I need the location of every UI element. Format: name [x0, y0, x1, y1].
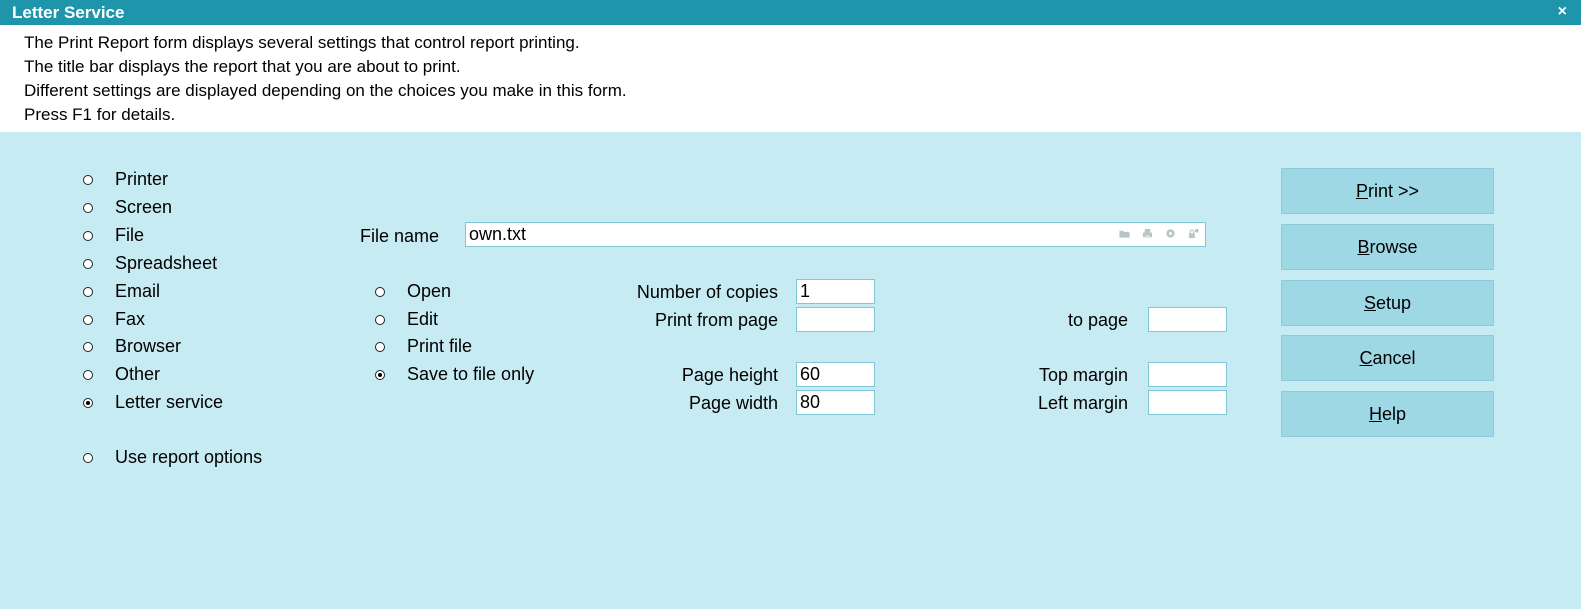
radio-spreadsheet[interactable]: Spreadsheet	[83, 253, 217, 274]
radio-label: Open	[407, 281, 452, 301]
from-page-label: Print from page	[654, 310, 778, 330]
radio-button[interactable]	[83, 369, 93, 380]
info-line: Press F1 for details.	[24, 105, 176, 124]
page-height-input[interactable]: 60	[796, 362, 875, 387]
browse-accel: B	[1357, 236, 1370, 257]
radio-button[interactable]	[375, 314, 385, 325]
top-margin-input[interactable]	[1148, 362, 1227, 387]
window-title: Letter Service	[12, 3, 125, 22]
radio-open[interactable]: Open	[375, 281, 451, 302]
radio-label: File	[115, 225, 145, 245]
radio-browser[interactable]: Browser	[83, 336, 181, 357]
radio-button[interactable]	[83, 397, 93, 408]
radio-save-to-file-only[interactable]: Save to file only	[375, 364, 534, 385]
radio-button[interactable]	[375, 369, 385, 380]
radio-button[interactable]	[83, 258, 93, 269]
radio-printer[interactable]: Printer	[83, 169, 168, 190]
printer-icon[interactable]	[1142, 228, 1153, 239]
folder-icon[interactable]	[1119, 228, 1130, 239]
title-bar: Letter Service ×	[0, 0, 1581, 25]
radio-button[interactable]	[83, 230, 93, 241]
file-name-value: own.txt	[469, 224, 527, 244]
radio-label: Fax	[115, 309, 146, 329]
print-button[interactable]: Print >>	[1281, 168, 1494, 214]
top-margin-label: Top margin	[1038, 365, 1128, 385]
page-height-label: Page height	[681, 365, 778, 385]
to-page-input[interactable]	[1148, 307, 1227, 332]
radio-label: Letter service	[115, 392, 224, 412]
radio-screen[interactable]: Screen	[83, 197, 172, 218]
radio-button[interactable]	[83, 314, 93, 325]
cancel-label: ancel	[1372, 347, 1416, 368]
radio-button[interactable]	[375, 286, 385, 297]
radio-label: Use report options	[115, 447, 263, 467]
radio-edit[interactable]: Edit	[375, 309, 438, 330]
radio-label: Printer	[115, 169, 169, 189]
print-label: rint >>	[1367, 180, 1420, 201]
radio-letter-service[interactable]: Letter service	[83, 392, 223, 413]
radio-button[interactable]	[83, 174, 93, 185]
file-name-input[interactable]: own.txt	[465, 222, 1206, 247]
browse-button[interactable]: Browse	[1281, 224, 1494, 270]
radio-use-report-options[interactable]: Use report options	[83, 447, 262, 468]
file-name-label: File name	[360, 226, 440, 246]
setup-button[interactable]: Setup	[1281, 280, 1494, 326]
help-button[interactable]: Help	[1281, 391, 1494, 437]
radio-button[interactable]	[83, 286, 93, 297]
radio-label: Screen	[115, 197, 173, 217]
radio-button[interactable]	[375, 341, 385, 352]
radio-label: Edit	[407, 309, 439, 329]
info-panel: The Print Report form displays several s…	[0, 25, 1581, 132]
radio-label: Save to file only	[407, 364, 535, 384]
left-margin-input[interactable]	[1148, 390, 1227, 415]
radio-button[interactable]	[83, 202, 93, 213]
info-line: Different settings are displayed dependi…	[24, 81, 627, 100]
file-field-icons	[1119, 228, 1199, 239]
print-accel: P	[1355, 180, 1368, 201]
radio-label: Spreadsheet	[115, 253, 218, 273]
cancel-accel: C	[1359, 347, 1373, 368]
radio-fax[interactable]: Fax	[83, 309, 145, 330]
radio-print-file[interactable]: Print file	[375, 336, 472, 357]
help-accel: H	[1368, 403, 1382, 424]
radio-other[interactable]: Other	[83, 364, 160, 385]
radio-file[interactable]: File	[83, 225, 144, 246]
radio-button[interactable]	[83, 452, 93, 463]
cancel-button[interactable]: Cancel	[1281, 335, 1494, 381]
browse-label: rowse	[1369, 236, 1418, 257]
radio-label: Browser	[115, 336, 182, 356]
from-page-input[interactable]	[796, 307, 875, 332]
close-icon[interactable]: ×	[1558, 3, 1567, 21]
copies-input[interactable]: 1	[796, 279, 875, 304]
radio-email[interactable]: Email	[83, 281, 160, 302]
help-label: elp	[1381, 403, 1407, 424]
lock-icon[interactable]	[1188, 228, 1199, 239]
gear-icon[interactable]	[1165, 228, 1176, 239]
setup-accel: S	[1363, 292, 1376, 313]
page-width-label: Page width	[688, 393, 778, 413]
page-width-input[interactable]: 80	[796, 390, 875, 415]
radio-label: Email	[115, 281, 161, 301]
copies-label: Number of copies	[636, 282, 778, 302]
to-page-label: to page	[1067, 310, 1128, 330]
left-margin-label: Left margin	[1037, 393, 1128, 413]
info-line: The Print Report form displays several s…	[24, 33, 580, 52]
info-line: The title bar displays the report that y…	[24, 57, 461, 76]
setup-label: etup	[1375, 292, 1412, 313]
radio-label: Other	[115, 364, 161, 384]
radio-label: Print file	[407, 336, 473, 356]
radio-button[interactable]	[83, 341, 93, 352]
